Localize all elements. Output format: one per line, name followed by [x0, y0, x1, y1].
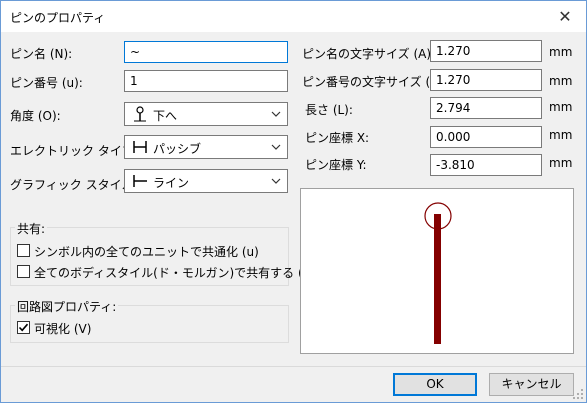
schematic-properties-title: 回路図プロパティ:: [15, 298, 119, 315]
electrical-type-select[interactable]: パッシブ: [124, 135, 288, 159]
orientation-select[interactable]: 下へ: [124, 102, 288, 126]
name-text-size-input[interactable]: 1.270: [430, 40, 542, 62]
cancel-button[interactable]: キャンセル: [489, 373, 574, 396]
pin-properties-dialog: ピンのプロパティ ✕ ピン名 (N): ~ ピン番号 (u): 1 角度 (O)…: [0, 0, 587, 403]
length-unit: mm: [549, 100, 573, 114]
line-pin-icon: [133, 175, 147, 187]
pos-x-input[interactable]: 0.000: [430, 126, 542, 148]
chevron-down-icon: [271, 144, 281, 150]
pos-x-label: ピン座標 X:: [305, 131, 370, 145]
dialog-title: ピンのプロパティ: [10, 11, 106, 25]
pin-preview-canvas: [424, 202, 452, 344]
title-bar: ピンのプロパティ ✕: [1, 1, 586, 32]
pin-preview: [300, 188, 574, 354]
ok-button[interactable]: OK: [393, 373, 477, 396]
common-units-label[interactable]: シンボル内の全てのユニットで共通化 (u): [34, 243, 259, 260]
pos-y-input[interactable]: -3.810: [430, 154, 542, 176]
electrical-type-value: パッシブ: [153, 142, 202, 156]
shared-group-title: 共有:: [15, 220, 48, 237]
number-text-size-label: ピン番号の文字サイズ (X):: [302, 75, 448, 89]
visible-label[interactable]: 可視化 (V): [34, 320, 91, 337]
chevron-down-icon: [271, 178, 281, 184]
common-body-style-checkbox[interactable]: [17, 265, 30, 278]
pin-number-input[interactable]: 1: [124, 70, 288, 92]
name-text-size-label: ピン名の文字サイズ (A):: [302, 47, 436, 61]
number-text-size-input[interactable]: 1.270: [430, 69, 542, 91]
button-separator: [1, 366, 586, 367]
chevron-down-icon: [271, 111, 281, 117]
number-text-size-unit: mm: [549, 74, 573, 88]
pos-x-unit: mm: [549, 128, 573, 142]
pin-name-input[interactable]: ~: [124, 41, 288, 63]
visible-checkbox[interactable]: [17, 321, 30, 334]
checkmark-icon: [18, 323, 29, 332]
length-label: 長さ (L):: [305, 103, 353, 117]
graphic-style-select[interactable]: ライン: [124, 169, 288, 193]
common-body-style-label[interactable]: 全てのボディスタイル(ド・モルガン)で共有する (S): [34, 264, 315, 281]
length-input[interactable]: 2.794: [430, 97, 542, 119]
pin-name-label: ピン名 (N):: [10, 47, 73, 61]
orientation-label: 角度 (O):: [10, 109, 61, 123]
pin-down-icon: [134, 106, 146, 122]
close-icon[interactable]: ✕: [550, 5, 580, 29]
pin-number-label: ピン番号 (u):: [10, 76, 83, 90]
pin-body-line: [434, 214, 441, 344]
pos-y-unit: mm: [549, 156, 573, 170]
graphic-style-value: ライン: [153, 176, 190, 190]
orientation-value: 下へ: [153, 109, 178, 123]
pos-y-label: ピン座標 Y:: [305, 158, 367, 172]
common-units-checkbox[interactable]: [17, 244, 30, 257]
name-text-size-unit: mm: [549, 45, 573, 59]
passive-pin-icon: [133, 141, 147, 153]
resize-grip-icon[interactable]: [572, 388, 584, 400]
